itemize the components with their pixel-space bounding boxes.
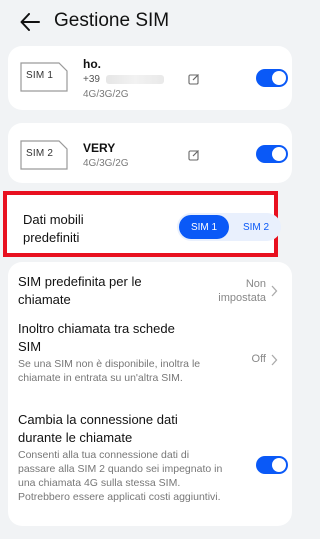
sim-card-icon: SIM 2 xyxy=(20,140,68,170)
default-call-sim-value[interactable]: Non impostata xyxy=(206,277,266,305)
sim2-toggle[interactable] xyxy=(256,145,288,163)
switch-data-description: Consenti alla tua connessione dati di pa… xyxy=(18,449,223,503)
edit-icon[interactable] xyxy=(188,72,200,85)
call-forwarding-value[interactable]: Off xyxy=(244,352,266,366)
sim1-number-redacted xyxy=(106,75,164,84)
default-data-selector[interactable]: SIM 1 SIM 2 xyxy=(177,213,281,241)
default-data-section: Dati mobili predefiniti SIM 1 SIM 2 xyxy=(3,191,281,257)
default-data-sim1-option[interactable]: SIM 1 xyxy=(179,215,229,239)
sim1-number-prefix: +39 xyxy=(83,74,100,85)
page-title: Gestione SIM xyxy=(54,10,170,31)
call-settings-card: SIM predefinita per le chiamate Non impo… xyxy=(8,262,292,526)
edit-icon[interactable] xyxy=(188,148,200,161)
sim1-name: ho. xyxy=(83,57,101,71)
sim2-network: 4G/3G/2G xyxy=(83,158,129,169)
default-data-sim2-option[interactable]: SIM 2 xyxy=(231,215,281,239)
sim2-card[interactable]: SIM 2 VERY 4G/3G/2G xyxy=(8,123,292,183)
sim1-toggle[interactable] xyxy=(256,69,288,87)
back-arrow-icon[interactable] xyxy=(18,10,42,34)
chevron-right-icon xyxy=(270,284,278,297)
switch-data-title[interactable]: Cambia la connessione dati durante le ch… xyxy=(18,411,223,447)
sim1-badge: SIM 1 xyxy=(26,70,54,81)
sim2-name: VERY xyxy=(83,141,116,155)
switch-data-toggle[interactable] xyxy=(256,456,288,474)
call-forwarding-title[interactable]: Inoltro chiamata tra schede SIM xyxy=(18,320,188,356)
app-header: Gestione SIM xyxy=(0,0,300,44)
sim-card-icon: SIM 1 xyxy=(20,62,68,92)
sim2-badge: SIM 2 xyxy=(26,148,54,159)
default-data-label: Dati mobili predefiniti xyxy=(23,212,84,245)
default-call-sim-title[interactable]: SIM predefinita per le chiamate xyxy=(18,273,193,309)
chevron-right-icon xyxy=(270,353,278,366)
sim1-network: 4G/3G/2G xyxy=(83,89,129,100)
sim1-card[interactable]: SIM 1 ho. +39 4G/3G/2G xyxy=(8,46,292,110)
call-forwarding-description: Se una SIM non è disponibile, inoltra le… xyxy=(18,358,201,384)
